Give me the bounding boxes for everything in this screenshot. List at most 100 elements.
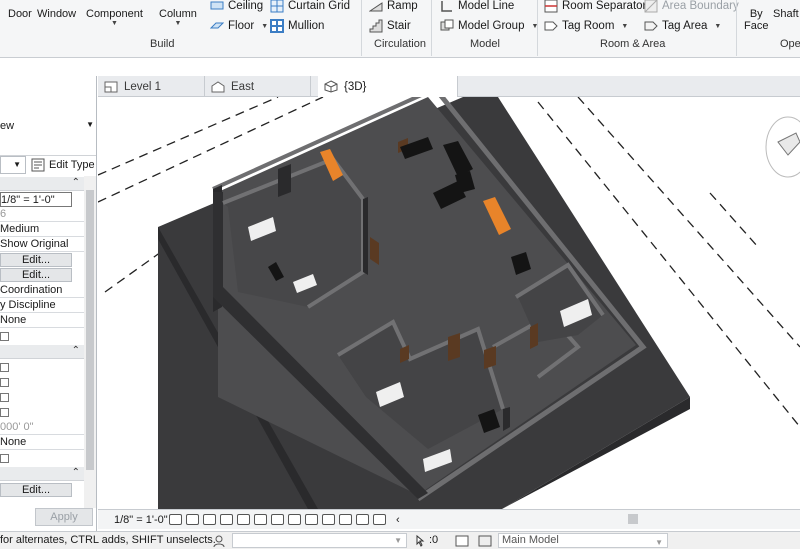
design-options-icon[interactable]: [455, 534, 469, 548]
ramp-icon: [369, 2, 383, 12]
window-button[interactable]: Window: [37, 8, 76, 20]
phase-filter-field[interactable]: None: [0, 435, 84, 450]
workset-dropdown[interactable]: ▼: [232, 533, 407, 548]
property-checkbox[interactable]: [0, 332, 9, 341]
tab-label: {3D}: [344, 80, 367, 93]
property-checkbox[interactable]: [0, 454, 9, 463]
dropdown-caret-icon: ▼: [394, 536, 402, 545]
sun-path-icon[interactable]: [203, 514, 216, 525]
analytical-model-icon[interactable]: [356, 514, 369, 525]
tag-room-icon: [544, 21, 558, 31]
stair-icon: [369, 19, 383, 33]
horizontal-scrollbar[interactable]: [530, 514, 800, 526]
instance-filter-dropdown[interactable]: ▼: [0, 156, 26, 174]
discipline-field[interactable]: Coordination: [0, 283, 84, 298]
shaft-button[interactable]: Shaft: [773, 8, 799, 20]
editable-only-icon[interactable]: [414, 534, 426, 548]
property-checkbox[interactable]: [0, 408, 9, 417]
tag-area-caret-icon: ▼: [714, 22, 722, 30]
lock-3d-icon[interactable]: [288, 514, 301, 525]
tab-east[interactable]: East: [205, 76, 311, 97]
identity-edit-button[interactable]: Edit...: [0, 483, 72, 497]
tab-3d[interactable]: {3D}: [318, 76, 458, 97]
by-face-button[interactable]: By Face: [744, 8, 768, 32]
property-checkbox[interactable]: [0, 378, 9, 387]
3d-viewport[interactable]: [98, 97, 800, 509]
tag-room-caret-icon: ▼: [621, 22, 629, 30]
view-cube-icon[interactable]: [765, 116, 800, 178]
ceiling-label: Ceiling: [228, 0, 264, 12]
eye-elevation-field[interactable]: 000' 0": [0, 420, 84, 435]
default-analysis-field[interactable]: None: [0, 313, 84, 328]
apply-button[interactable]: Apply: [35, 508, 93, 526]
model-group-label: Model Group: [458, 20, 525, 32]
mullion-button[interactable]: Mullion: [270, 17, 324, 35]
build-group-title: Build: [150, 38, 175, 50]
show-hidden-lines-field[interactable]: y Discipline: [0, 298, 84, 313]
tag-area-button[interactable]: Tag Area ▼: [644, 17, 721, 35]
collapse-icon: ⌃: [71, 467, 80, 478]
component-button[interactable]: Component ▼: [86, 8, 143, 27]
detail-level-field[interactable]: Medium: [0, 222, 84, 237]
type-selector-caret-icon: ▼: [86, 120, 94, 129]
workset-icon[interactable]: [212, 534, 226, 548]
render-icon[interactable]: [237, 514, 250, 525]
model-options-icon[interactable]: [478, 534, 492, 548]
section-header[interactable]: ⌃: [0, 177, 84, 191]
door-label: Door: [8, 8, 32, 20]
model-group-button[interactable]: Model Group ▼: [440, 17, 538, 35]
floor-caret-icon: ▼: [261, 22, 269, 30]
graphic-display-edit-button[interactable]: Edit...: [0, 268, 72, 282]
scrollbar-thumb[interactable]: [86, 190, 94, 470]
section-header[interactable]: ⌃: [0, 467, 84, 481]
temporary-hide-icon[interactable]: [305, 514, 318, 525]
property-checkbox[interactable]: [0, 363, 9, 372]
edit-type-icon: [31, 158, 45, 172]
tab-label: Level 1: [124, 80, 162, 93]
properties-scrollbar[interactable]: [84, 176, 96, 508]
column-button[interactable]: Column ▼: [159, 8, 197, 27]
parts-visibility-field[interactable]: Show Original: [0, 237, 84, 252]
tab-level-1[interactable]: Level 1: [98, 76, 205, 97]
stair-button[interactable]: Stair: [369, 17, 411, 35]
door-button[interactable]: Door: [8, 8, 32, 20]
view-scale-field[interactable]: 1/8" = 1'-0": [0, 192, 72, 207]
highlight-displacement-icon[interactable]: [373, 514, 386, 525]
property-checkbox[interactable]: [0, 393, 9, 402]
room-area-group-title: Room & Area: [600, 38, 666, 50]
visual-style-icon[interactable]: [186, 514, 199, 525]
design-option-dropdown[interactable]: Main Model ▼: [498, 533, 668, 548]
edit-type-button[interactable]: Edit Type: [31, 157, 95, 173]
room-separator-icon: [544, 0, 558, 13]
column-label: Column: [159, 8, 197, 20]
ramp-button[interactable]: Ramp: [369, 0, 418, 15]
worksharing-icon[interactable]: [339, 514, 352, 525]
shadows-icon[interactable]: [220, 514, 233, 525]
detail-level-icon[interactable]: [169, 514, 182, 525]
curtain-grid-button[interactable]: Curtain Grid: [270, 0, 350, 15]
area-boundary-button[interactable]: Area Boundary: [644, 0, 739, 15]
scrollbar-thumb[interactable]: [628, 514, 638, 524]
floor-button[interactable]: Floor ▼: [210, 17, 268, 35]
section-header[interactable]: ⌃: [0, 345, 84, 359]
scroll-left-icon[interactable]: ‹: [396, 514, 400, 526]
view-scale-label[interactable]: 1/8" = 1'-0": [114, 514, 169, 526]
by-face-label-2: Face: [744, 20, 769, 32]
crop-view-icon[interactable]: [254, 514, 267, 525]
view-control-bar: 1/8" = 1'-0" ‹: [98, 509, 800, 529]
room-separator-button[interactable]: Room Separator: [544, 0, 646, 15]
ceiling-button[interactable]: Ceiling: [210, 0, 263, 15]
visibility-edit-button[interactable]: Edit...: [0, 253, 72, 267]
model-line-button[interactable]: Model Line: [440, 0, 514, 15]
tag-room-button[interactable]: Tag Room ▼: [544, 17, 628, 35]
view-tabs: Level 1 East {3D}: [98, 76, 800, 97]
curtain-grid-label: Curtain Grid: [288, 0, 350, 12]
model-line-icon: [441, 1, 452, 12]
ribbon-divider: [361, 0, 362, 56]
ribbon: Door Window Component ▼ Column ▼ Ceiling F…: [0, 0, 800, 58]
show-crop-icon[interactable]: [271, 514, 284, 525]
type-selector[interactable]: ew ▼: [0, 96, 96, 156]
reveal-hidden-icon[interactable]: [322, 514, 335, 525]
area-boundary-icon: [644, 0, 658, 13]
type-selector-label: ew: [0, 120, 15, 132]
